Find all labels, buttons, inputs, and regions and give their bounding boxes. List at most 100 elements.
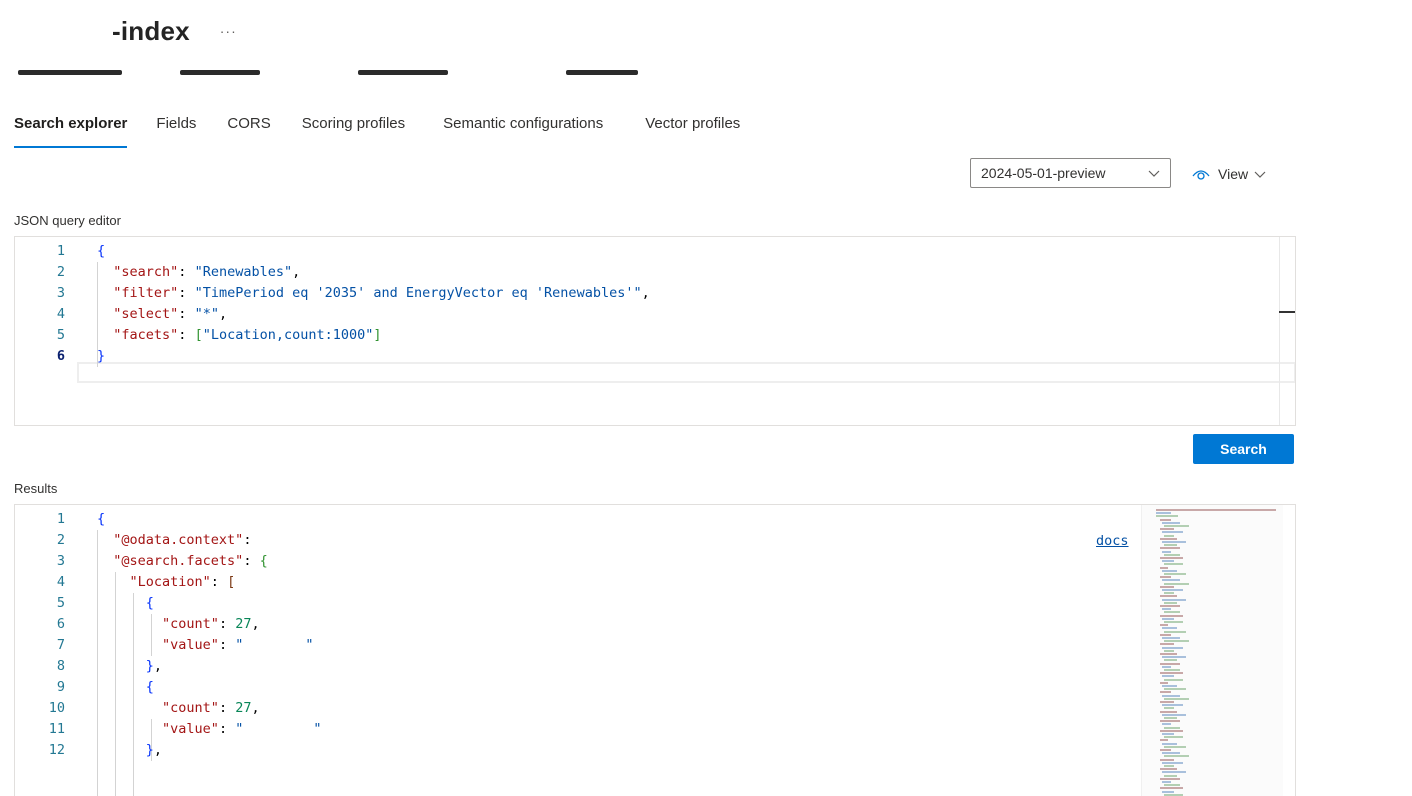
open-brace: { [145,679,154,695]
minimap-line [1164,563,1183,566]
minimap-line [1164,640,1189,643]
minimap-line [1160,662,1180,665]
json-key: "value" [162,721,219,737]
minimap-line [1160,681,1168,684]
json-key: "@odata.context" [113,532,244,548]
more-options-button[interactable]: ··· [220,23,237,39]
minimap-line [1162,656,1186,659]
minimap-line [1160,557,1183,559]
line-number: 9 [56,679,65,695]
eye-icon [1192,170,1210,180]
minimap-line [1160,518,1171,521]
json-sep: : [178,306,195,322]
minimap-line [1162,569,1177,572]
line-number: 5 [56,327,65,343]
index-stats-row [0,58,1412,80]
results-minimap[interactable] [1141,505,1283,796]
minimap-line [1160,777,1180,780]
tab-search-explorer[interactable]: Search explorer [14,112,128,148]
json-value: " [235,721,244,737]
stat-document-count [18,70,122,75]
minimap-line [1164,659,1177,662]
open-brace: { [97,511,106,527]
view-label: View [1218,166,1249,182]
tab-fields[interactable]: Fields [156,112,196,148]
tab-cors[interactable]: CORS [227,112,270,148]
minimap-line [1164,745,1186,748]
api-version-value: 2024-05-01-preview [981,165,1106,181]
json-key: "search" [113,264,179,280]
results-viewer[interactable]: 1{ 2 "@odata.context": 3 "@search.facets… [14,504,1296,796]
minimap-line [1162,713,1186,716]
minimap-line [1164,765,1174,767]
minimap-line [1162,617,1174,620]
editor-scrollbar[interactable] [1279,237,1295,425]
minimap-line [1156,515,1178,518]
minimap-line [1164,534,1174,537]
minimap-line [1162,790,1174,793]
json-query-editor[interactable]: 1 { 2 "search": "Renewables", 3 "filter":… [14,236,1296,426]
redacted-value [243,640,306,650]
minimap-line [1156,512,1171,515]
minimap-line [1162,541,1186,543]
search-button[interactable]: Search [1193,434,1294,464]
minimap-line [1162,627,1177,630]
json-value: " [235,637,244,653]
close-brace: } [145,658,154,674]
json-value: "TimePeriod eq '2035' and EnergyVector e… [194,285,642,301]
json-key: "count" [162,700,219,716]
minimap-line [1162,733,1174,735]
page-header: -index ··· [112,14,237,48]
json-key: "value" [162,637,219,653]
minimap-line [1164,544,1177,547]
index-title: -index [112,15,190,46]
open-bracket: [ [227,574,236,590]
minimap-line [1162,531,1183,534]
json-key: "count" [162,616,219,632]
line-number: 5 [56,595,65,611]
minimap-line [1164,688,1186,691]
tab-scoring-profiles[interactable]: Scoring profiles [302,112,405,148]
json-key: "select" [113,306,179,322]
minimap-line [1162,704,1183,707]
open-brace: { [145,595,154,611]
chevron-down-icon [1148,170,1160,177]
minimap-line [1160,758,1174,761]
minimap-line [1162,723,1171,726]
line-number: 6 [56,348,65,364]
minimap-line [1160,643,1174,646]
json-editor-label: JSON query editor [14,213,121,228]
minimap-line [1156,509,1276,511]
minimap-line [1160,739,1168,742]
json-key: "facets" [113,327,179,343]
json-number: 27 [235,700,252,716]
minimap-line [1162,560,1174,563]
minimap-line [1160,768,1177,771]
json-comma: , [292,264,301,280]
view-button[interactable]: View [1192,160,1266,188]
line-number: 8 [56,658,65,674]
tab-vector-profiles[interactable]: Vector profiles [645,112,740,148]
api-version-dropdown[interactable]: 2024-05-01-preview [970,158,1171,188]
minimap-line [1164,621,1183,623]
minimap-line [1162,589,1183,591]
json-key: "@search.facets" [113,553,244,569]
json-comma: , [641,285,650,301]
line-number: 12 [48,742,65,758]
chevron-down-icon [1254,171,1266,178]
minimap-line [1162,665,1171,668]
minimap-line [1162,550,1171,553]
stat-vector-size [358,70,448,75]
minimap-line [1164,553,1180,556]
json-value-end: " [313,721,322,737]
json-comma: , [218,306,228,322]
tab-semantic-configurations[interactable]: Semantic configurations [443,112,603,148]
minimap-line [1164,774,1177,777]
minimap-line [1164,611,1180,614]
json-value: "*" [194,306,219,322]
minimap-line [1164,573,1186,575]
minimap-line [1164,649,1174,652]
docs-link[interactable]: docs [1096,533,1129,549]
minimap-line [1162,675,1174,678]
line-number: 4 [56,574,65,590]
